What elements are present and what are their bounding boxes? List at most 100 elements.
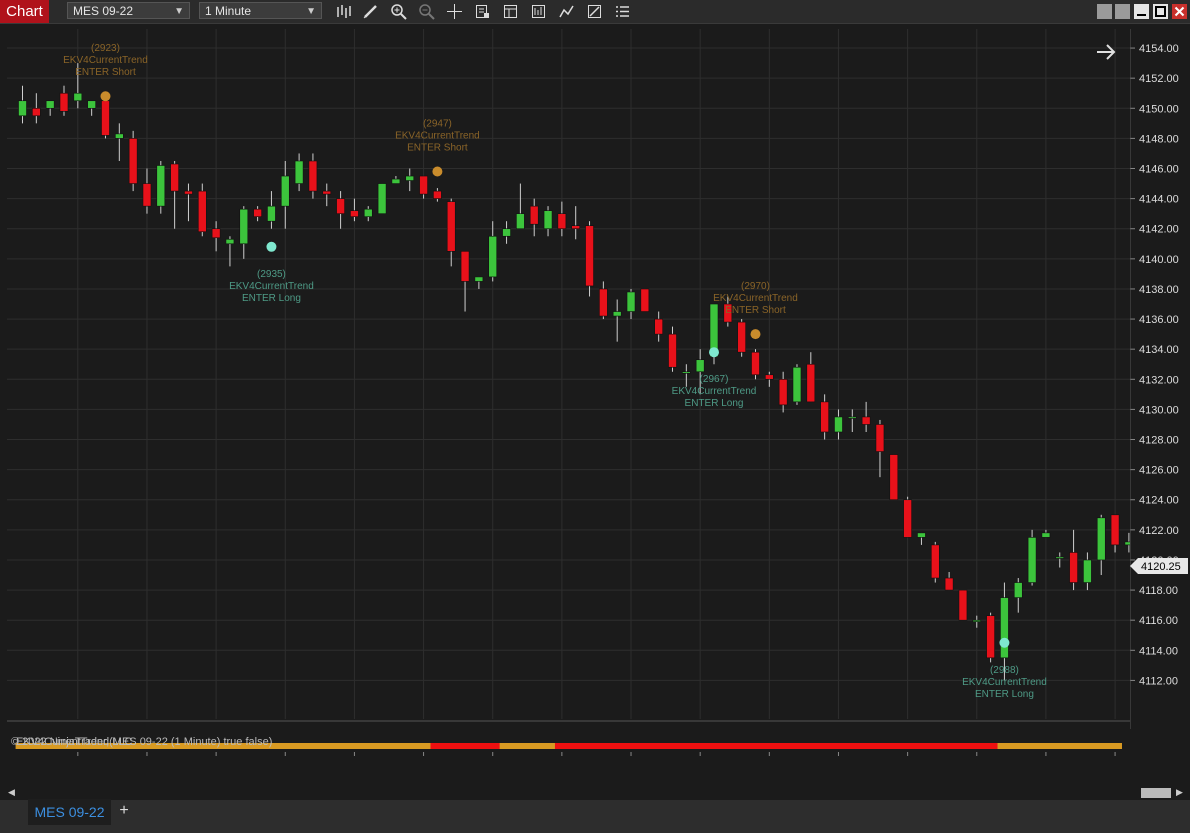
candle bbox=[59, 85, 69, 116]
candle-body bbox=[488, 235, 498, 278]
candle bbox=[308, 153, 318, 199]
y-tick-label: 4138.00 bbox=[1139, 284, 1179, 296]
candle bbox=[377, 183, 387, 214]
y-tick-label: 4142.00 bbox=[1139, 224, 1179, 236]
candle-body bbox=[267, 205, 276, 222]
candle-body bbox=[405, 175, 415, 181]
candle-body bbox=[847, 416, 857, 419]
candle-body bbox=[1027, 537, 1037, 583]
pencil-icon[interactable] bbox=[362, 3, 379, 20]
candle-body bbox=[543, 210, 553, 230]
properties-icon[interactable] bbox=[474, 3, 491, 20]
candle bbox=[958, 589, 968, 621]
candle-body bbox=[1013, 582, 1023, 598]
candle bbox=[861, 401, 871, 432]
scroll-right-icon[interactable]: ▶ bbox=[1176, 787, 1185, 799]
window-title: Chart bbox=[0, 0, 49, 23]
drawing-icon[interactable] bbox=[586, 3, 603, 20]
candle-body bbox=[1041, 532, 1051, 538]
candle bbox=[419, 175, 428, 199]
crosshair-icon[interactable] bbox=[446, 3, 463, 20]
candle-body bbox=[889, 454, 899, 501]
signal-label: (2947) bbox=[423, 119, 452, 130]
zoom-in-icon[interactable] bbox=[390, 3, 407, 20]
candle bbox=[211, 221, 221, 252]
candle bbox=[889, 454, 899, 501]
y-tick-label: 4152.00 bbox=[1139, 73, 1179, 85]
long-signal: (2988)EKV4CurrentTrendENTER Long bbox=[962, 637, 1047, 700]
candle-body bbox=[778, 378, 788, 406]
candle bbox=[682, 364, 691, 387]
interval-value: 1 Minute bbox=[205, 4, 252, 18]
data-box-icon[interactable] bbox=[614, 3, 631, 20]
candle bbox=[516, 183, 525, 230]
candle-body bbox=[87, 100, 96, 109]
candle bbox=[253, 206, 262, 222]
y-tick-label: 4132.00 bbox=[1139, 374, 1179, 386]
candle bbox=[336, 191, 345, 229]
candle bbox=[184, 183, 193, 222]
candle-body bbox=[958, 589, 968, 621]
y-tick-label: 4154.00 bbox=[1139, 43, 1179, 55]
interval-selector[interactable]: 1 Minute ▼ bbox=[199, 2, 322, 19]
bars-icon[interactable] bbox=[335, 3, 352, 20]
y-tick-label: 4146.00 bbox=[1139, 164, 1179, 176]
candle-body bbox=[834, 416, 843, 433]
candle bbox=[820, 394, 829, 440]
candle bbox=[903, 496, 912, 538]
candle bbox=[751, 349, 760, 380]
y-tick-label: 4118.00 bbox=[1139, 585, 1178, 597]
templates-icon[interactable] bbox=[502, 3, 519, 20]
candle bbox=[1069, 529, 1078, 591]
tab-bar bbox=[0, 800, 1190, 833]
close-icon[interactable] bbox=[1172, 4, 1187, 19]
candle-body bbox=[336, 198, 345, 214]
instrument-selector[interactable]: MES 09-22 ▼ bbox=[67, 2, 190, 19]
candle bbox=[128, 130, 138, 192]
short-signal: (2970)EKV4CurrentTrendENTER Short bbox=[713, 281, 798, 340]
candle bbox=[405, 168, 415, 192]
tab-mes-09-22[interactable]: MES 09-22 bbox=[28, 799, 111, 825]
candle bbox=[446, 198, 456, 267]
candle-body bbox=[184, 190, 193, 195]
candlestick-series bbox=[18, 63, 1130, 681]
candle bbox=[654, 311, 663, 342]
scrollbar-thumb[interactable] bbox=[1141, 788, 1171, 798]
candle-body bbox=[737, 321, 746, 353]
arrow-right-icon[interactable] bbox=[1097, 44, 1116, 60]
y-tick-label: 4136.00 bbox=[1139, 314, 1179, 326]
trend-segment bbox=[554, 743, 1012, 749]
trend-segment bbox=[997, 743, 1122, 749]
candle-body bbox=[308, 160, 318, 192]
candle-body bbox=[820, 401, 829, 433]
maximize-icon[interactable] bbox=[1153, 4, 1168, 19]
candle bbox=[170, 160, 179, 229]
y-tick-label: 4140.00 bbox=[1139, 254, 1179, 266]
indicators-icon[interactable] bbox=[558, 3, 575, 20]
candle-body bbox=[944, 577, 954, 591]
restore-icon[interactable] bbox=[1115, 4, 1130, 19]
candle bbox=[1110, 514, 1120, 553]
signal-label: ENTER Long bbox=[685, 398, 744, 409]
current-price-badge: 4120.25 bbox=[1130, 558, 1188, 574]
signal-label: ENTER Long bbox=[975, 689, 1034, 700]
add-tab-button[interactable]: + bbox=[116, 803, 132, 819]
candle-body bbox=[585, 225, 594, 287]
zoom-out-icon[interactable] bbox=[418, 3, 435, 20]
candle bbox=[543, 206, 553, 237]
restore-icon[interactable] bbox=[1097, 4, 1112, 19]
minimize-icon[interactable] bbox=[1134, 4, 1149, 19]
strategies-icon[interactable] bbox=[530, 3, 547, 20]
price-chart[interactable]: (2923)EKV4CurrentTrendENTER Short(2935)E… bbox=[7, 29, 1130, 756]
candle-body bbox=[18, 100, 27, 117]
chevron-down-icon: ▼ bbox=[306, 6, 316, 17]
candle bbox=[391, 176, 401, 184]
scroll-left-icon[interactable]: ◀ bbox=[8, 787, 17, 799]
candle-body bbox=[322, 190, 332, 195]
candle bbox=[488, 221, 498, 282]
y-tick-label: 4122.00 bbox=[1139, 525, 1179, 537]
candle-body bbox=[612, 311, 622, 317]
candle-body bbox=[446, 201, 456, 252]
candle-body bbox=[557, 213, 567, 230]
signal-dot bbox=[999, 637, 1010, 648]
